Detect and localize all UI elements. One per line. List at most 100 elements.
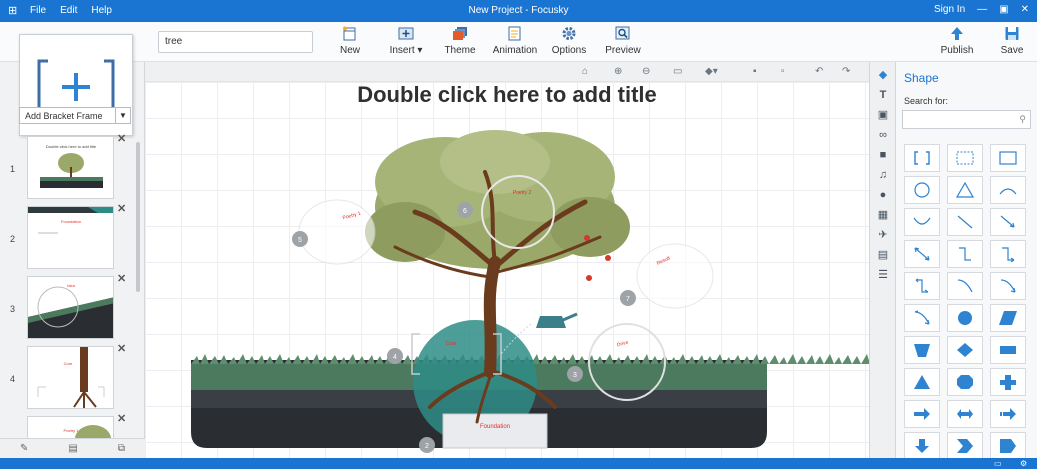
slide-thumbnail-5[interactable]: 5 Poetry 1 ✕ — [0, 412, 135, 438]
tree-scene: Foundation Poetry 1 Poetry 2 Result Driv… — [191, 130, 869, 453]
menu-edit[interactable]: Edit — [60, 5, 77, 16]
publish-button[interactable]: Publish — [930, 24, 984, 56]
settings-icon[interactable]: ⚙ — [1020, 459, 1027, 468]
filled-circle-shape[interactable] — [947, 304, 983, 332]
slides-bottom-bar: ✎ ▤ ⧉ — [0, 438, 145, 458]
delete-slide-close-icon[interactable]: ✕ — [117, 132, 126, 145]
curved-arrow-shape[interactable] — [990, 272, 1026, 300]
slide-thumbnail-4[interactable]: 4 Core ✕ — [0, 342, 135, 412]
publish-icon — [951, 27, 963, 40]
curved-double-arrow-shape[interactable] — [904, 304, 940, 332]
insert-button[interactable]: Insert ▾ — [379, 24, 433, 56]
restore-button[interactable]: ▣ — [999, 4, 1008, 15]
preview-button[interactable]: Preview — [596, 24, 650, 56]
list-tool-icon[interactable]: ☰ — [876, 268, 890, 282]
pentagon-arrow-shape[interactable] — [990, 432, 1026, 460]
arrow-line-shape[interactable] — [990, 208, 1026, 236]
edit-slide-icon[interactable]: ✎ — [20, 443, 28, 454]
slide-caption: Double click here to add title — [46, 144, 97, 149]
theme-button[interactable]: Theme — [433, 24, 487, 56]
diamond-shape[interactable] — [947, 336, 983, 364]
delete-slide-close-icon[interactable]: ✕ — [117, 412, 126, 425]
foundation-label: Foundation — [480, 424, 510, 430]
add-bracket-frame-select[interactable]: Add Bracket Frame — [19, 107, 116, 124]
left-right-arrow-shape[interactable] — [947, 400, 983, 428]
save-button[interactable]: Save — [985, 24, 1037, 56]
slides-scrollbar[interactable] — [134, 132, 142, 438]
search-input[interactable]: tree — [158, 31, 313, 53]
chart-tool-icon[interactable]: ▦ — [876, 208, 890, 222]
striped-arrow-shape[interactable] — [990, 400, 1026, 428]
right-arrow-shape[interactable] — [904, 400, 940, 428]
menu-file[interactable]: File — [30, 5, 46, 16]
plane-tool-icon[interactable]: ✈ — [876, 228, 890, 242]
screen-icon[interactable]: ▭ — [994, 459, 1002, 468]
octagon-shape[interactable] — [947, 368, 983, 396]
wide-rect-shape[interactable] — [990, 336, 1026, 364]
slide-caption: Idea — [67, 283, 76, 288]
foundation-box[interactable] — [442, 413, 548, 449]
delete-slide-close-icon[interactable]: ✕ — [117, 202, 126, 215]
down-arrow-shape[interactable] — [904, 432, 940, 460]
slide-preview: Core — [27, 346, 114, 409]
close-button[interactable]: ✕ — [1021, 4, 1029, 15]
main-toolbar: tree New Insert ▾ Theme Animation Option… — [0, 22, 1037, 62]
line-shape[interactable] — [947, 208, 983, 236]
preview-icon — [615, 26, 630, 40]
rectangle-shape[interactable] — [990, 144, 1026, 172]
slide-thumbnail-3[interactable]: 3 Idea ✕ — [0, 272, 135, 342]
music-tool-icon[interactable]: ♫ — [876, 168, 890, 182]
slide-settings-icon[interactable]: ⧉ — [118, 443, 125, 454]
elbow-double-arrow-shape[interactable] — [904, 272, 940, 300]
elbow-arrow-shape[interactable] — [990, 240, 1026, 268]
parallelogram-shape[interactable] — [990, 304, 1026, 332]
new-label: New — [339, 45, 360, 56]
window-controls: Sign In — ▣ ✕ — [934, 4, 1029, 15]
shape-tool-icon[interactable]: ◆ — [876, 68, 890, 82]
search-icon: ⚲ — [1019, 114, 1026, 124]
poetry1-circle[interactable] — [298, 199, 376, 265]
new-button[interactable]: New — [323, 24, 377, 56]
delete-slide-close-icon[interactable]: ✕ — [117, 272, 126, 285]
delete-slide-close-icon[interactable]: ✕ — [117, 342, 126, 355]
chevron-shape[interactable] — [947, 432, 983, 460]
text-tool-icon[interactable]: T — [876, 88, 890, 102]
menu-help[interactable]: Help — [91, 5, 112, 16]
slide-thumbnail-1[interactable]: 1 Double click here to add title ✕ — [0, 132, 135, 202]
bracket-shape[interactable] — [904, 144, 940, 172]
link-tool-icon[interactable]: ∞ — [876, 128, 890, 142]
slide-number: 1 — [10, 164, 16, 174]
slide-thumbnail-2[interactable]: 2 Foundation ✕ — [0, 202, 135, 272]
triangle-shape[interactable] — [947, 176, 983, 204]
slide-caption: Core — [64, 361, 73, 366]
minimize-button[interactable]: — — [977, 4, 987, 15]
save-label: Save — [1000, 45, 1024, 56]
curved-line-shape[interactable] — [947, 272, 983, 300]
double-arrow-line-shape[interactable] — [904, 240, 940, 268]
elbow-line-shape[interactable] — [947, 240, 983, 268]
layers-tool-icon[interactable]: ▤ — [876, 248, 890, 262]
slide-notes-icon[interactable]: ▤ — [68, 443, 77, 454]
dashed-rect-shape[interactable] — [947, 144, 983, 172]
animation-button[interactable]: Animation — [488, 24, 542, 56]
result-circle[interactable] — [636, 243, 714, 309]
editor-canvas[interactable]: ⌂ ⊕ ⊖ ▭ ◆▾ ▪ ▫ ↶ ↷ Double click here to … — [145, 62, 869, 458]
circle-shape[interactable] — [904, 176, 940, 204]
app-window: ⊞ File Edit Help New Project - Focusky S… — [0, 0, 1037, 469]
preview-label: Preview — [605, 45, 641, 56]
add-frame-dropdown-arrow-icon[interactable]: ▼ — [115, 107, 131, 124]
video-tool-icon[interactable]: ■ — [876, 148, 890, 162]
trapezoid-shape[interactable] — [904, 336, 940, 364]
arc-shape[interactable] — [990, 176, 1026, 204]
curve-shape[interactable] — [904, 208, 940, 236]
options-button[interactable]: Options — [542, 24, 596, 56]
filled-triangle-shape[interactable] — [904, 368, 940, 396]
slide-preview: Idea — [27, 276, 114, 339]
insert-label: Insert ▾ — [389, 45, 423, 56]
scrollbar-thumb[interactable] — [136, 142, 140, 292]
sign-in-link[interactable]: Sign In — [934, 4, 965, 15]
image-tool-icon[interactable]: ▣ — [876, 108, 890, 122]
cross-shape[interactable] — [990, 368, 1026, 396]
shape-search-input[interactable]: ⚲ — [902, 110, 1031, 129]
flash-tool-icon[interactable]: ● — [876, 188, 890, 202]
